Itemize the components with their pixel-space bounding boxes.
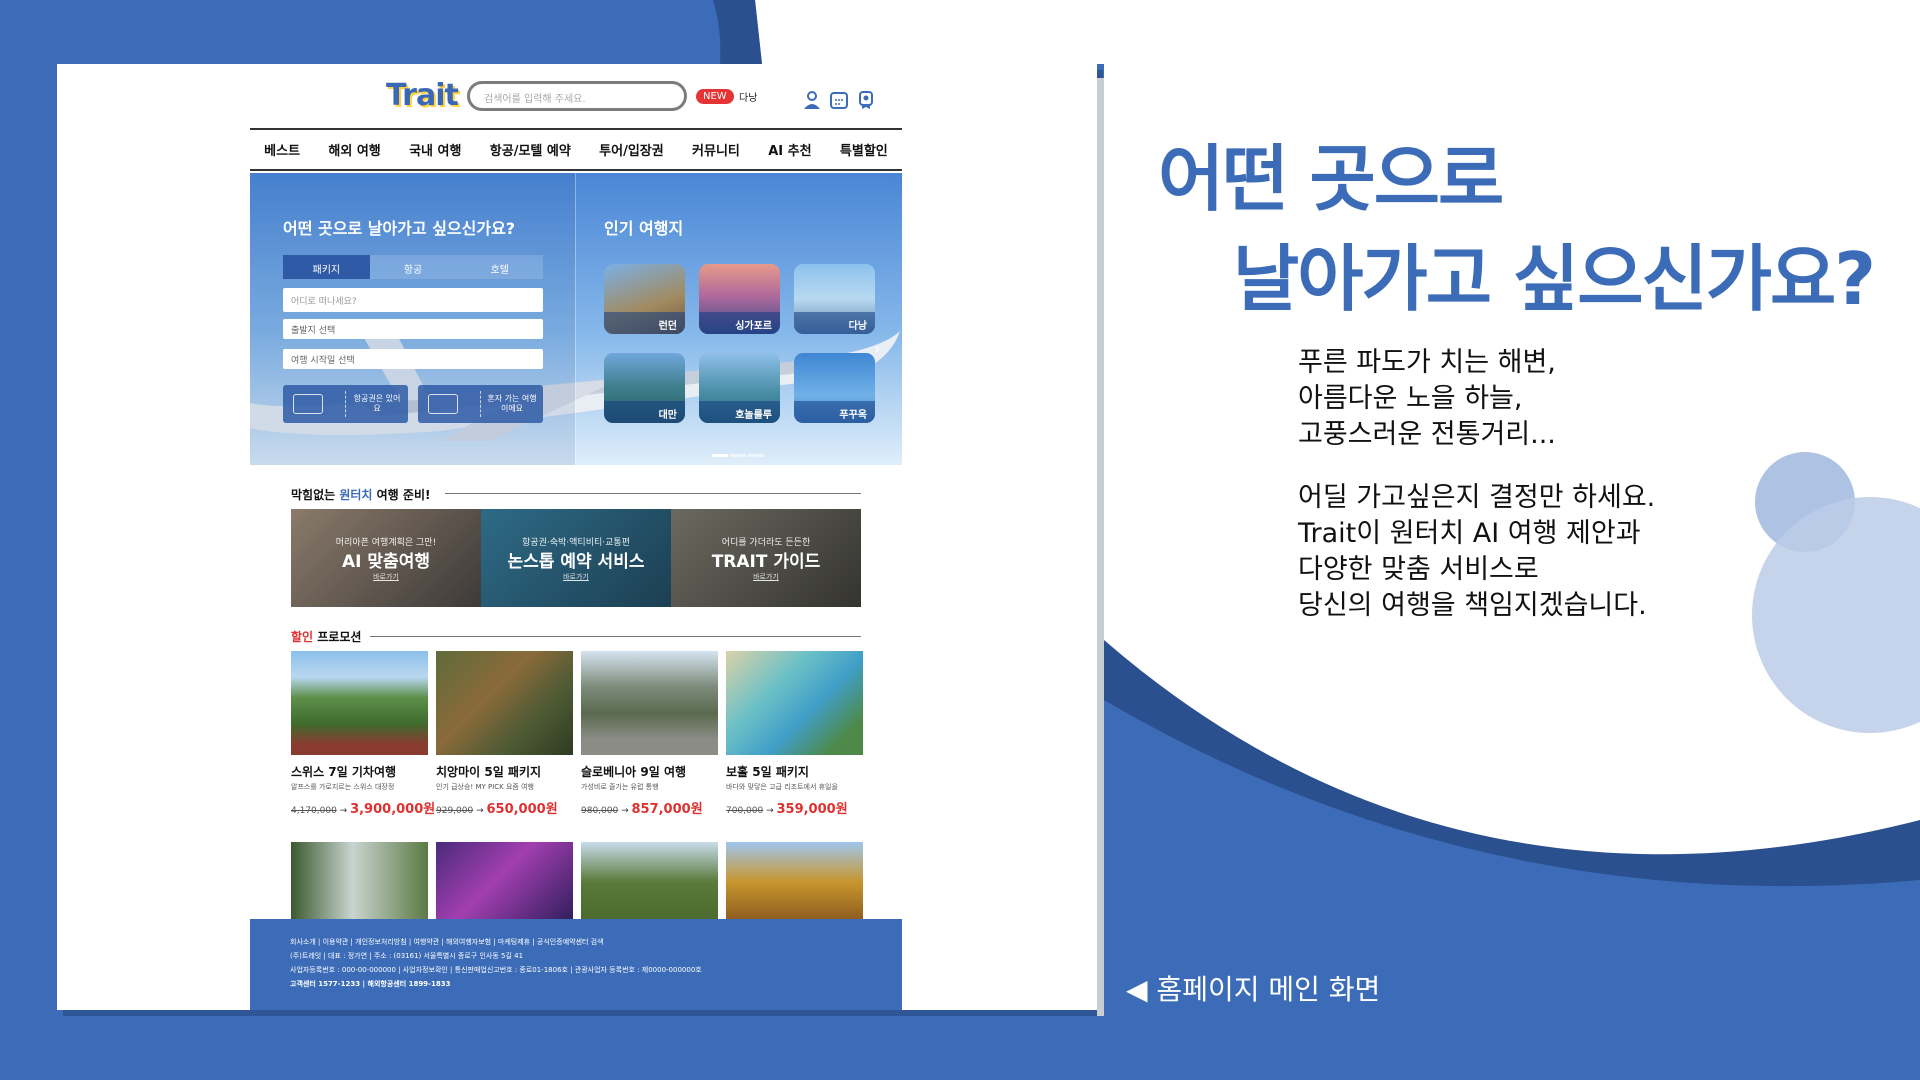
new-badge: NEW bbox=[696, 89, 734, 104]
nav-item-sale[interactable]: 특별할인 bbox=[840, 140, 888, 159]
top-dark-sliver bbox=[713, 0, 762, 64]
tab-package[interactable]: 패키지 bbox=[283, 255, 370, 279]
site-footer: 회사소개 | 이용약관 | 개인정보처리방침 | 여행약관 | 해외여행자보험 … bbox=[250, 919, 902, 1010]
card-frame-edge bbox=[1097, 78, 1104, 1016]
nonstop-booking-panel[interactable]: 항공권·숙박·액티비티·교통편 논스톱 예약 서비스 바로가기 bbox=[481, 509, 671, 607]
chevron-right-icon[interactable]: › bbox=[874, 339, 880, 358]
slide-heading-line2: 날아가고 싶으신가요? bbox=[1233, 237, 1876, 321]
destination-field[interactable]: 어디로 떠나세요? bbox=[283, 288, 543, 312]
site-logo[interactable]: Trait bbox=[386, 78, 459, 113]
user-icon[interactable] bbox=[802, 90, 822, 110]
nav-item-overseas[interactable]: 해외 여행 bbox=[328, 140, 380, 159]
promo-card-waterfall[interactable] bbox=[291, 842, 428, 922]
nav-item-ai[interactable]: AI 추천 bbox=[768, 140, 811, 159]
trait-guide-link[interactable]: 바로가기 bbox=[671, 572, 861, 582]
slide-heading-line1: 어떤 곳으로 bbox=[1158, 137, 1504, 221]
hero-search-title: 어떤 곳으로 날아가고 싶으신가요? bbox=[283, 219, 516, 238]
main-nav: 베스트 해외 여행 국내 여행 항공/모텔 예약 투어/입장권 커뮤니티 AI … bbox=[250, 128, 902, 171]
new-keyword[interactable]: 다낭 bbox=[739, 89, 757, 104]
promo-card-slovenia[interactable]: 슬로베니아 9일 여행 가성비로 즐기는 유럽 통행 980,000 → 857… bbox=[581, 651, 718, 817]
footer-contact: 고객센터 1577-1233 | 해외항공센터 1899-1833 bbox=[290, 980, 451, 988]
destination-taiwan[interactable]: 대만 bbox=[604, 353, 685, 423]
solo-trip-button[interactable]: 혼자 가는 여행이에요 bbox=[418, 385, 543, 423]
destination-danang[interactable]: 다낭 bbox=[794, 264, 875, 334]
footer-company-info: (주)트레잇 | 대표 : 정가연 | 주소 : (03161) 서울특별시 종… bbox=[290, 952, 524, 960]
promo-card-swiss[interactable]: 스위스 7일 기차여행 알프스를 가로지르는 스위스 대장정 4,170,000… bbox=[291, 651, 435, 817]
hero-divider bbox=[575, 173, 576, 465]
footer-links[interactable]: 회사소개 | 이용약관 | 개인정보처리방침 | 여행약관 | 해외여행자보험 … bbox=[290, 935, 862, 949]
site-header: Trait 검색어를 입력해 주세요. NEW 다낭 bbox=[250, 72, 902, 126]
slide-paragraph-1: 푸른 파도가 치는 해변, 아름다운 노을 하늘, 고풍스러운 전통거리... bbox=[1298, 347, 1556, 450]
slide-paragraph-2: 어딜 가고싶은지 결정만 하세요. Trait이 원터치 AI 여행 제안과 다… bbox=[1298, 482, 1656, 621]
badge-icon[interactable] bbox=[856, 90, 876, 110]
promo-image bbox=[726, 651, 863, 755]
promo-card-gardens[interactable] bbox=[436, 842, 573, 922]
hero-banner: 어떤 곳으로 날아가고 싶으신가요? 패키지 항공 호텔 어디로 떠나세요? 출… bbox=[250, 173, 902, 465]
tab-hotel[interactable]: 호텔 bbox=[456, 255, 544, 279]
luggage-icon bbox=[428, 394, 458, 414]
promo-card-temple[interactable] bbox=[726, 842, 863, 922]
booking-tabs: 패키지 항공 호텔 bbox=[283, 255, 544, 279]
promo-card-mountain[interactable] bbox=[581, 842, 718, 922]
service-section-title: 막힘없는 원터치 여행 준비! bbox=[291, 488, 431, 502]
promo-image bbox=[436, 651, 573, 755]
have-ticket-label: 항공권은 있어요 bbox=[353, 394, 401, 413]
service-banner: 머리아픈 여행계획은 그만! AI 맞춤여행 바로가기 항공권·숙박·액티비티·… bbox=[291, 509, 861, 607]
start-date-select[interactable]: 여행 시작일 선택 bbox=[283, 349, 543, 369]
ai-custom-trip-link[interactable]: 바로가기 bbox=[291, 572, 481, 582]
destination-singapore[interactable]: 싱가포르 bbox=[699, 264, 780, 334]
footer-business-info: 사업자등록번호 : 000-00-000000 | 사업자정보확인 | 통신판매… bbox=[290, 966, 702, 974]
slide-caption: ◀ 홈페이지 메인 화면 bbox=[1126, 973, 1381, 1006]
ai-custom-trip-panel[interactable]: 머리아픈 여행계획은 그만! AI 맞춤여행 바로가기 bbox=[291, 509, 481, 607]
airplane-ticket-icon bbox=[293, 394, 323, 414]
have-ticket-button[interactable]: 항공권은 있어요 bbox=[283, 385, 408, 423]
nav-item-flight-hotel[interactable]: 항공/모텔 예약 bbox=[490, 140, 571, 159]
nonstop-booking-link[interactable]: 바로가기 bbox=[481, 572, 671, 582]
departure-select[interactable]: 출발지 선택 bbox=[283, 319, 543, 339]
website-mockup: Trait 검색어를 입력해 주세요. NEW 다낭 베스트 해외 여행 국내 … bbox=[250, 72, 902, 1010]
promo-image bbox=[581, 651, 718, 755]
nav-item-community[interactable]: 커뮤니티 bbox=[692, 140, 740, 159]
promo-card-bohol[interactable]: 보홀 5일 패키지 바다와 맞닿은 고급 리조트에서 휴일을 700,000 →… bbox=[726, 651, 863, 817]
nav-item-best[interactable]: 베스트 bbox=[264, 140, 300, 159]
trait-guide-panel[interactable]: 어디를 가더라도 든든한 TRAIT 가이드 바로가기 bbox=[671, 509, 861, 607]
search-input[interactable]: 검색어를 입력해 주세요. bbox=[467, 81, 687, 111]
destination-phuquoc[interactable]: 푸꾸옥 bbox=[794, 353, 875, 423]
calendar-icon[interactable] bbox=[829, 90, 849, 110]
solo-trip-label: 혼자 가는 여행이에요 bbox=[487, 394, 537, 413]
nav-item-tour[interactable]: 투어/입장권 bbox=[599, 140, 664, 159]
promo-section-title: 할인 프로모션 bbox=[291, 630, 362, 644]
destination-london[interactable]: 런던 bbox=[604, 264, 685, 334]
destination-honolulu[interactable]: 호놀룰루 bbox=[699, 353, 780, 423]
promo-image bbox=[291, 651, 428, 755]
popular-destinations-title: 인기 여행지 bbox=[604, 219, 684, 238]
nav-item-domestic[interactable]: 국내 여행 bbox=[409, 140, 461, 159]
carousel-dots bbox=[712, 442, 766, 461]
tab-flight[interactable]: 항공 bbox=[369, 255, 457, 279]
promo-card-chiangmai[interactable]: 치앙마이 5일 패키지 인기 급상승! MY PICK 요즘 여행 929,00… bbox=[436, 651, 573, 817]
